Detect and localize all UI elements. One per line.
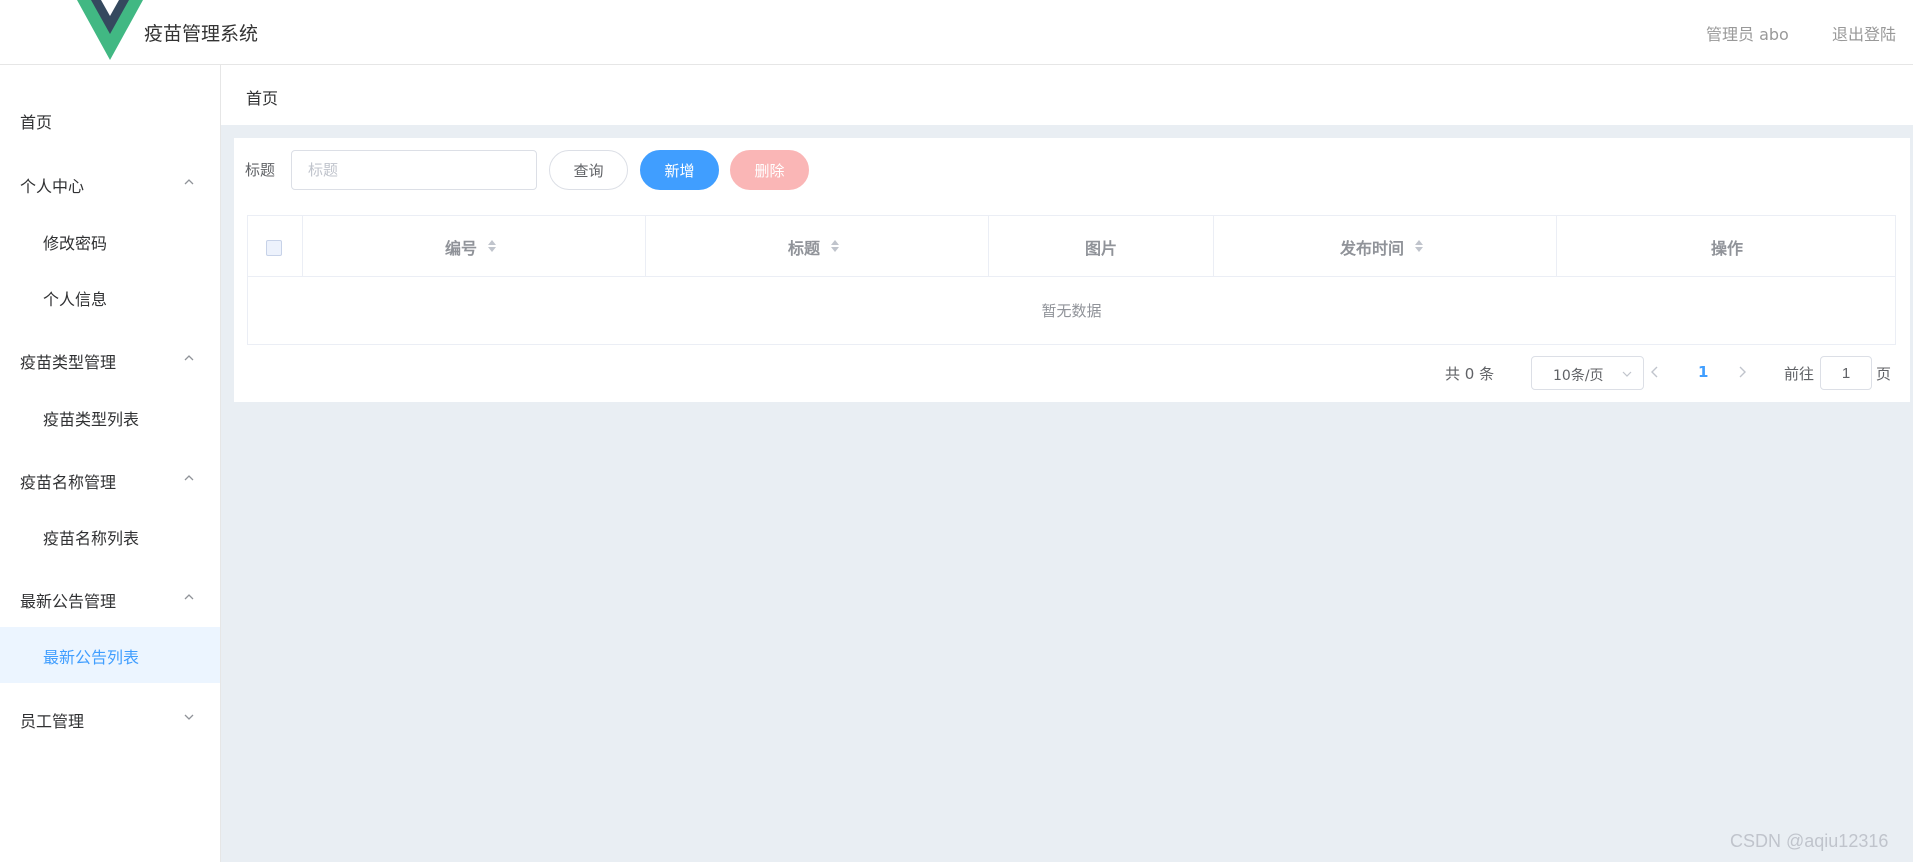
vue-logo-icon — [77, 0, 143, 60]
column-header-label: 操作 — [1711, 239, 1744, 258]
pagination-total: 共 0 条 — [1445, 365, 1495, 383]
table-empty-text: 暂无数据 — [1041, 302, 1102, 320]
select-all-checkbox[interactable] — [266, 240, 282, 256]
sort-icon[interactable] — [830, 238, 840, 254]
logout-link[interactable]: 退出登陆 — [1832, 21, 1896, 45]
sidebar-item-label: 最新公告列表 — [43, 648, 140, 667]
sidebar-group-announcements[interactable]: 最新公告管理 — [0, 588, 220, 618]
pagination-current-page[interactable]: 1 — [1698, 363, 1708, 381]
sidebar-group-vaccine-type[interactable]: 疫苗类型管理 — [0, 349, 220, 379]
watermark-text: CSDN @aqiu12316 — [1730, 831, 1889, 851]
table-header: 编号 标题 图片 发布时间 操作 — [248, 216, 1895, 277]
sidebar-item-label: 修改密码 — [43, 234, 108, 253]
breadcrumb-bar: 首页 — [221, 65, 1913, 125]
page-size-value: 10条/页 — [1553, 368, 1604, 384]
column-header-label: 发布时间 — [1340, 239, 1405, 258]
column-header-label: 图片 — [1085, 239, 1118, 258]
column-header-publish-time[interactable]: 发布时间 — [1214, 216, 1557, 276]
sidebar-item-label: 个人中心 — [20, 177, 85, 196]
sidebar-menu: 首页 个人中心 修改密码 个人信息 疫苗类型管理 疫苗类型列表 疫苗名称管理 疫… — [0, 65, 221, 862]
chevron-up-icon — [184, 179, 194, 185]
current-user-label: 管理员 abo — [1706, 25, 1789, 44]
breadcrumb[interactable]: 首页 — [246, 85, 278, 109]
column-header-id[interactable]: 编号 — [303, 216, 646, 276]
sidebar-item-vaccine-type-list[interactable]: 疫苗类型列表 — [0, 406, 220, 436]
sidebar-item-label: 首页 — [20, 113, 53, 132]
column-header-title[interactable]: 标题 — [646, 216, 989, 276]
column-header-label: 标题 — [788, 239, 821, 258]
pagination-goto-label: 前往 — [1784, 365, 1815, 383]
search-title-input[interactable] — [291, 150, 537, 190]
pagination-goto-input[interactable] — [1820, 356, 1872, 390]
sidebar-item-label: 疫苗类型管理 — [20, 353, 117, 372]
column-header-image: 图片 — [989, 216, 1214, 276]
add-button[interactable]: 新增 — [640, 150, 719, 190]
pagination-page-suffix: 页 — [1876, 365, 1892, 383]
chevron-up-icon — [184, 475, 194, 481]
sidebar-item-announcement-list[interactable]: 最新公告列表 — [0, 627, 220, 683]
app-title: 疫苗管理系统 — [144, 23, 259, 45]
page-size-select[interactable]: 10条/页 — [1531, 356, 1644, 390]
chevron-left-icon[interactable] — [1648, 365, 1662, 379]
chevron-up-icon — [184, 594, 194, 600]
sidebar-item-label: 员工管理 — [20, 712, 85, 731]
sidebar-item-label: 最新公告管理 — [20, 592, 117, 611]
select-all-column — [248, 216, 303, 276]
search-title-label: 标题 — [245, 161, 276, 179]
chevron-down-icon — [1622, 371, 1632, 377]
chevron-down-icon — [184, 714, 194, 720]
chevron-right-icon[interactable] — [1735, 365, 1749, 379]
sidebar-item-change-password[interactable]: 修改密码 — [0, 230, 220, 260]
sidebar-item-personal-info[interactable]: 个人信息 — [0, 286, 220, 316]
sidebar-group-staff[interactable]: 员工管理 — [0, 708, 220, 738]
query-button[interactable]: 查询 — [549, 150, 628, 190]
sidebar-item-label: 疫苗名称列表 — [43, 529, 140, 548]
sidebar-group-personal-center[interactable]: 个人中心 — [0, 173, 220, 203]
delete-button[interactable]: 删除 — [730, 150, 809, 190]
sidebar-item-label: 个人信息 — [43, 290, 108, 309]
announcement-table: 编号 标题 图片 发布时间 操作 暂无数据 — [247, 215, 1896, 345]
top-header: 疫苗管理系统 管理员 abo 退出登陆 — [0, 0, 1913, 65]
column-header-label: 编号 — [445, 239, 478, 258]
sidebar-item-label: 疫苗名称管理 — [20, 473, 117, 492]
list-panel: 标题 查询 新增 删除 编号 标题 图片 — [234, 138, 1910, 402]
sidebar-item-label: 疫苗类型列表 — [43, 410, 140, 429]
column-header-actions: 操作 — [1557, 216, 1895, 276]
sidebar-item-home[interactable]: 首页 — [0, 109, 220, 139]
chevron-up-icon — [184, 355, 194, 361]
sort-icon[interactable] — [487, 238, 497, 254]
main-content: 首页 标题 查询 新增 删除 编号 标题 图片 — [221, 65, 1913, 862]
sort-icon[interactable] — [1414, 238, 1424, 254]
sidebar-item-vaccine-name-list[interactable]: 疫苗名称列表 — [0, 525, 220, 555]
sidebar-group-vaccine-name[interactable]: 疫苗名称管理 — [0, 469, 220, 499]
